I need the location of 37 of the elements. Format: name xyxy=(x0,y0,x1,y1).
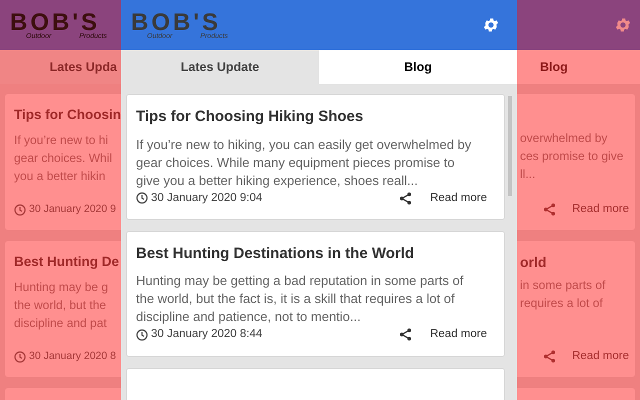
tab[interactable]: Blog xyxy=(319,50,517,84)
post-date: 30 January 2020 8:44 xyxy=(151,327,262,342)
post-title: Tips for Choosing Hiking Shoes xyxy=(136,107,364,127)
post-date: 30 January 2020 9:04 xyxy=(151,190,262,206)
post-title: Best Hunting Destinations in the World xyxy=(136,244,416,264)
clock-icon xyxy=(14,204,26,216)
clock-icon xyxy=(136,192,148,204)
post-date: 30 January 2020 9 xyxy=(29,202,116,218)
excerpt-line: discipline and pat xyxy=(14,315,108,332)
excerpt-line: If you’re new to hi xyxy=(14,132,110,150)
logo-wordmark: BOB'S xyxy=(10,10,100,34)
excerpt-line: Hunting may be g xyxy=(14,279,110,296)
post-date: 30 January 2020 8 xyxy=(29,349,116,364)
post-excerpt: If you’re new to hiking, you can easily get overwhelmed by gear choices. While many equipment pieces promise to give you a better hiking experience, shoes reall... xyxy=(136,136,472,190)
share-icon[interactable] xyxy=(399,328,412,342)
post-excerpt: Hunting may be getting a bad reputation in some parts of the world, but the fact is, it is a skill that requires a lot of discipline and patience, not to mentio... xyxy=(136,272,464,326)
excerpt-line: gear choices. Whil xyxy=(14,150,114,168)
share-icon[interactable] xyxy=(399,192,412,205)
read-more-link[interactable]: Read more xyxy=(430,190,487,207)
settings-icon[interactable] xyxy=(482,16,500,34)
excerpt-line: overwhelmed by xyxy=(520,130,608,147)
post-title: orld xyxy=(520,253,548,270)
excerpt-line: ll... xyxy=(520,166,536,183)
excerpt-line: in some parts of xyxy=(520,277,606,294)
excerpt-line: the world, but the xyxy=(14,297,108,314)
post-title: Best Hunting De xyxy=(14,253,120,271)
excerpt-line: requires a lot of xyxy=(520,295,604,312)
clock-icon xyxy=(136,328,148,341)
post-title: Tips for Choosin xyxy=(14,106,121,124)
logo-wordmark: BOB'S xyxy=(131,10,222,34)
scrollbar-thumb[interactable] xyxy=(508,96,512,196)
excerpt-line: ces promise to give xyxy=(520,148,624,165)
read-more-link[interactable]: Read more xyxy=(430,326,487,344)
clock-icon xyxy=(14,351,26,364)
excerpt-line: you a better hikin xyxy=(14,168,106,186)
settings-icon[interactable] xyxy=(614,16,632,34)
tab-label[interactable]: Blog xyxy=(540,58,568,76)
